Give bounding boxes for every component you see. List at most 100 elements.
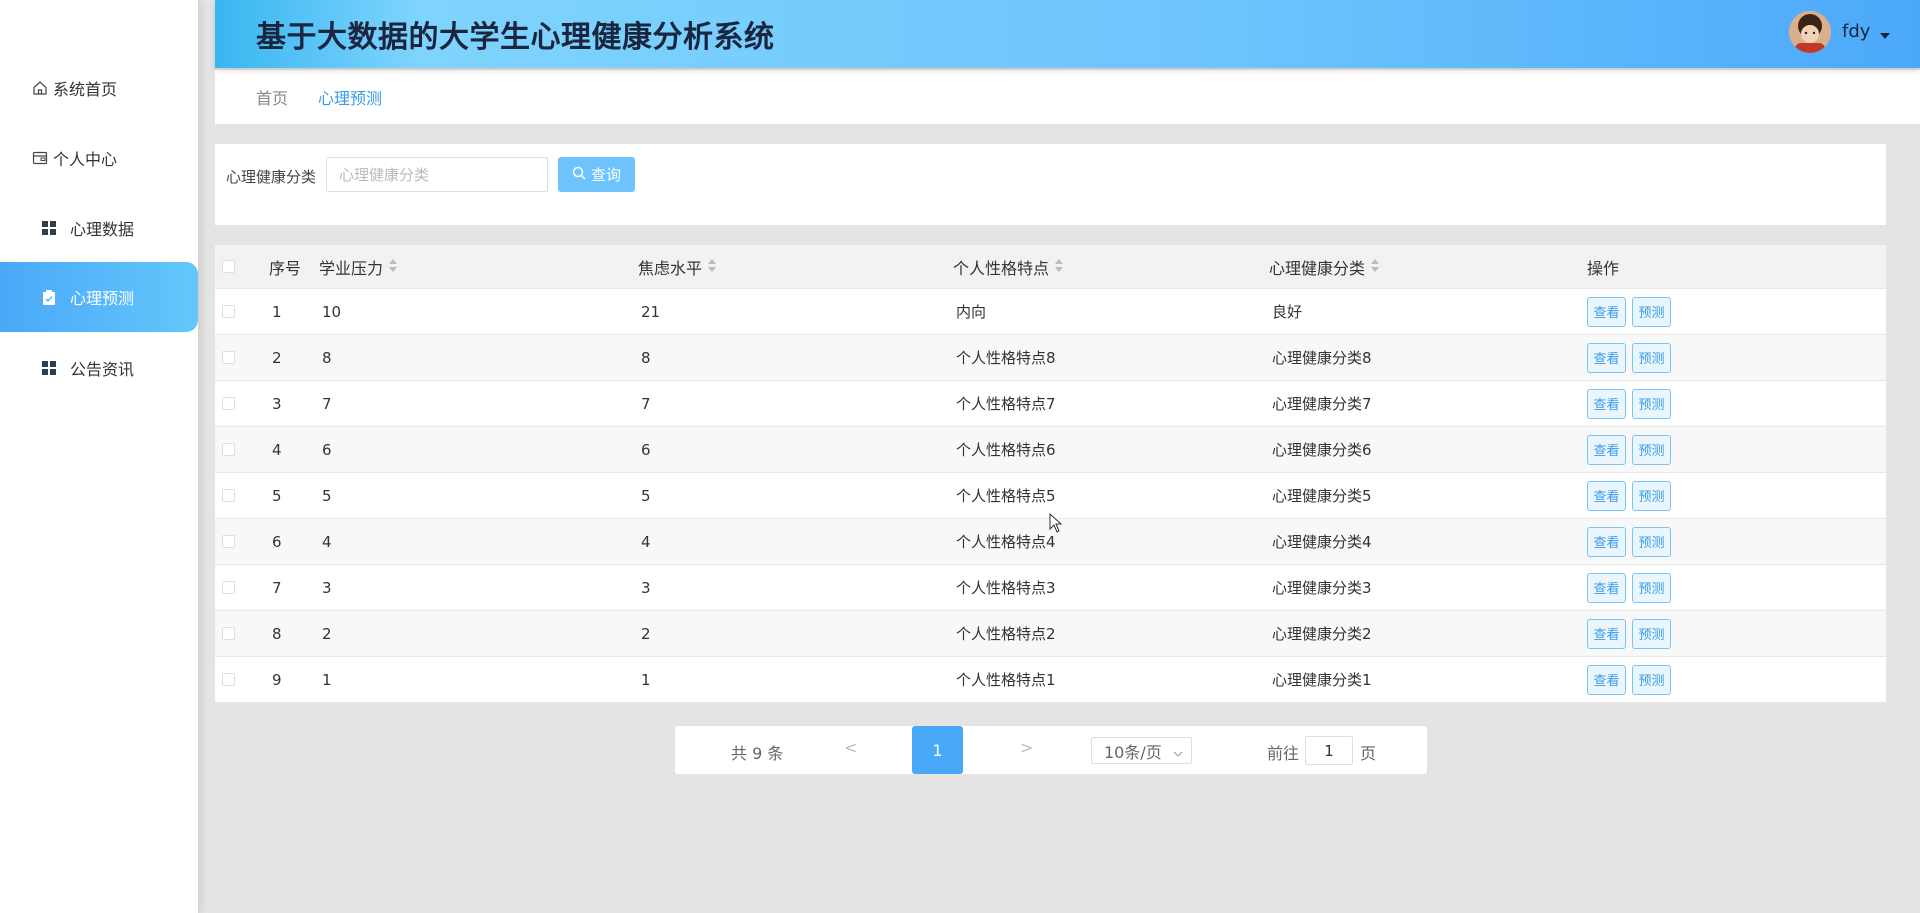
search-icon [572, 166, 586, 184]
column-header-label: 学业压力 [319, 258, 384, 278]
cell-index: 1 [272, 302, 282, 321]
view-button[interactable]: 查看 [1587, 664, 1626, 695]
breadcrumb-home[interactable]: 首页 [256, 85, 288, 109]
search-input[interactable] [326, 157, 548, 192]
goto-page-input[interactable] [1305, 736, 1353, 765]
goto-unit-label: 页 [1360, 744, 1377, 763]
cell-health-category: 心理健康分类8 [1272, 349, 1372, 367]
pagination-total: 共 9 条 [731, 744, 784, 763]
row-actions: 查看 预测 [1587, 519, 1677, 564]
predict-button[interactable]: 预测 [1632, 480, 1671, 511]
column-header-label: 心理健康分类 [1269, 258, 1366, 278]
username[interactable]: fdy [1842, 21, 1870, 42]
predict-button[interactable]: 预测 [1632, 572, 1671, 603]
table-row: 5 5 5 个人性格特点5 心理健康分类5 查看 预测 [215, 472, 1886, 518]
row-checkbox[interactable] [222, 351, 235, 364]
select-all-checkbox[interactable] [222, 260, 235, 273]
column-header-personality[interactable]: 个人性格特点 [953, 245, 1064, 288]
column-header-index: 序号 [269, 258, 302, 278]
table-row: 3 7 7 个人性格特点7 心理健康分类7 查看 预测 [215, 380, 1886, 426]
predict-button[interactable]: 预测 [1632, 342, 1671, 373]
view-button[interactable]: 查看 [1587, 618, 1626, 649]
cell-health-category: 心理健康分类4 [1272, 533, 1372, 551]
table-row: 4 6 6 个人性格特点6 心理健康分类6 查看 预测 [215, 426, 1886, 472]
cell-academic-pressure: 10 [322, 302, 342, 321]
row-checkbox[interactable] [222, 627, 235, 640]
page-size-select[interactable]: 10条/页 [1091, 737, 1192, 764]
table-row: 9 1 1 个人性格特点1 心理健康分类1 查看 预测 [215, 656, 1886, 702]
search-button-label: 查询 [590, 166, 621, 184]
cell-index: 8 [272, 624, 282, 643]
cell-index: 5 [272, 486, 282, 505]
cell-index: 6 [272, 532, 282, 551]
column-header-anxiety-level[interactable]: 焦虑水平 [638, 245, 717, 288]
prev-page-button[interactable]: < [844, 738, 857, 757]
cell-personality: 个人性格特点1 [956, 671, 1056, 689]
search-panel: 心理健康分类 查询 [215, 144, 1886, 225]
breadcrumb: 首页 心理预测 [215, 70, 1920, 124]
data-table: 序号 学业压力 焦虑水平 个人性格特点 心理健康分类 操作 1 10 21 内向… [215, 245, 1886, 702]
cell-health-category: 良好 [1272, 303, 1303, 321]
sidebar-item-announcements[interactable]: 公告资讯 [0, 333, 198, 403]
row-checkbox[interactable] [222, 305, 235, 318]
row-actions: 查看 预测 [1587, 657, 1677, 702]
caret-down-icon[interactable] [1880, 25, 1890, 44]
row-checkbox[interactable] [222, 397, 235, 410]
cell-academic-pressure: 6 [322, 440, 332, 459]
sidebar-item-label: 个人中心 [53, 150, 118, 169]
row-actions: 查看 预测 [1587, 473, 1677, 518]
predict-button[interactable]: 预测 [1632, 434, 1671, 465]
cell-academic-pressure: 1 [322, 670, 332, 689]
row-checkbox[interactable] [222, 443, 235, 456]
sidebar-item-home[interactable]: 系统首页 [0, 53, 198, 123]
mouse-cursor-icon [1049, 512, 1063, 537]
table-row: 7 3 3 个人性格特点3 心理健康分类3 查看 预测 [215, 564, 1886, 610]
search-button[interactable]: 查询 [558, 157, 635, 192]
row-checkbox[interactable] [222, 581, 235, 594]
sidebar-item-psych-data[interactable]: 心理数据 [0, 193, 198, 263]
view-button[interactable]: 查看 [1587, 572, 1626, 603]
predict-button[interactable]: 预测 [1632, 618, 1671, 649]
cell-health-category: 心理健康分类2 [1272, 625, 1372, 643]
cell-personality: 个人性格特点6 [956, 441, 1056, 459]
predict-button[interactable]: 预测 [1632, 296, 1671, 327]
cell-academic-pressure: 3 [322, 578, 332, 597]
column-header-actions: 操作 [1587, 258, 1620, 278]
cell-anxiety-level: 6 [641, 440, 651, 459]
avatar[interactable] [1789, 11, 1831, 53]
sidebar: 系统首页 个人中心 心理数据 心理预测 公告资讯 [0, 0, 198, 913]
row-actions: 查看 预测 [1587, 427, 1677, 472]
view-button[interactable]: 查看 [1587, 480, 1626, 511]
sort-icon[interactable] [708, 257, 717, 276]
sort-icon[interactable] [1055, 257, 1064, 276]
view-button[interactable]: 查看 [1587, 296, 1626, 327]
predict-button[interactable]: 预测 [1632, 526, 1671, 557]
sidebar-item-label: 心理数据 [70, 220, 135, 239]
breadcrumb-current: 心理预测 [318, 89, 383, 108]
view-button[interactable]: 查看 [1587, 434, 1626, 465]
table-header: 序号 学业压力 焦虑水平 个人性格特点 心理健康分类 操作 [215, 245, 1886, 288]
row-checkbox[interactable] [222, 673, 235, 686]
cell-health-category: 心理健康分类1 [1272, 671, 1372, 689]
view-button[interactable]: 查看 [1587, 526, 1626, 557]
view-button[interactable]: 查看 [1587, 342, 1626, 373]
sidebar-item-psych-predict[interactable]: 心理预测 [0, 262, 198, 332]
predict-button[interactable]: 预测 [1632, 388, 1671, 419]
clipboard-icon [40, 288, 58, 306]
cell-anxiety-level: 8 [641, 348, 651, 367]
page-number-current[interactable]: 1 [912, 726, 963, 774]
column-header-health-category[interactable]: 心理健康分类 [1269, 245, 1380, 288]
row-checkbox[interactable] [222, 535, 235, 548]
row-checkbox[interactable] [222, 489, 235, 502]
goto-label: 前往 [1267, 744, 1300, 763]
sidebar-item-label: 公告资讯 [70, 360, 135, 379]
table-row: 8 2 2 个人性格特点2 心理健康分类2 查看 预测 [215, 610, 1886, 656]
predict-button[interactable]: 预测 [1632, 664, 1671, 695]
view-button[interactable]: 查看 [1587, 388, 1626, 419]
sort-icon[interactable] [1371, 257, 1380, 276]
sort-icon[interactable] [389, 257, 398, 276]
next-page-button[interactable]: > [1020, 738, 1033, 757]
sidebar-item-profile[interactable]: 个人中心 [0, 123, 198, 193]
cell-index: 3 [272, 394, 282, 413]
column-header-academic-pressure[interactable]: 学业压力 [319, 245, 398, 288]
